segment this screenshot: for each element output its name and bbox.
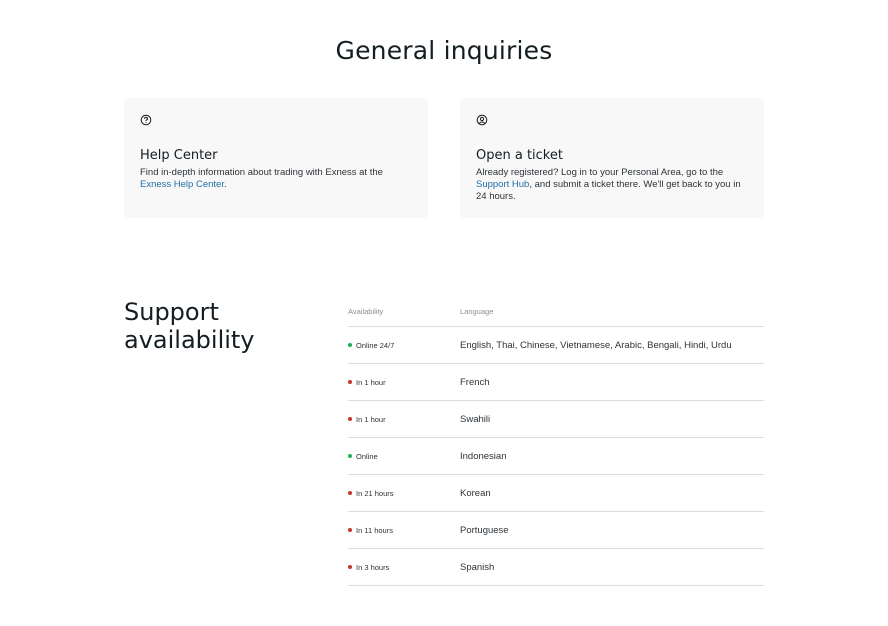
status-text: Online <box>356 451 378 461</box>
language-cell: Indonesian <box>460 450 507 462</box>
table-row: Online Indonesian <box>348 438 764 475</box>
header-language: Language <box>460 306 494 316</box>
table-header: Availability Language <box>348 296 764 327</box>
language-cell: English, Thai, Chinese, Vietnamese, Arab… <box>460 339 732 351</box>
status-dot-icon <box>348 343 352 347</box>
language-cell: Portuguese <box>460 524 509 536</box>
status-dot-icon <box>348 528 352 532</box>
status-dot-icon <box>348 565 352 569</box>
status-text: In 3 hours <box>356 562 390 572</box>
language-cell: Swahili <box>460 413 491 425</box>
table-row: In 1 hour Swahili <box>348 401 764 438</box>
help-center-card: Help Center Find in-depth information ab… <box>124 98 428 218</box>
table-row: In 11 hours Portuguese <box>348 512 764 549</box>
status-text: In 21 hours <box>356 488 394 498</box>
status-dot-icon <box>348 454 352 458</box>
table-row: In 1 hour French <box>348 364 764 401</box>
availability-cell: In 1 hour <box>348 378 460 387</box>
user-circle-icon <box>476 114 488 126</box>
availability-cell: Online 24/7 <box>348 341 460 350</box>
header-availability: Availability <box>348 306 384 316</box>
table-row: In 3 hours Spanish <box>348 549 764 586</box>
help-center-title: Help Center <box>140 148 218 163</box>
language-cell: Spanish <box>460 561 495 573</box>
help-center-link[interactable]: Exness Help Center <box>140 179 224 190</box>
availability-cell: In 11 hours <box>348 526 460 535</box>
status-text: In 1 hour <box>356 414 386 424</box>
table-row: In 21 hours Korean <box>348 475 764 512</box>
support-hub-link[interactable]: Support Hub <box>476 179 529 190</box>
status-dot-icon <box>348 491 352 495</box>
open-ticket-title: Open a ticket <box>476 148 563 163</box>
status-text: Online 24/7 <box>356 340 395 350</box>
language-cell: Korean <box>460 487 491 499</box>
help-center-text: Find in-depth information about trading … <box>140 167 383 190</box>
support-availability-title: Support availability <box>124 298 255 354</box>
question-circle-icon <box>140 114 152 126</box>
availability-cell: In 1 hour <box>348 415 460 424</box>
availability-cell: In 21 hours <box>348 489 460 498</box>
open-ticket-text: Already registered? Log in to your Perso… <box>476 167 741 202</box>
availability-cell: In 3 hours <box>348 563 460 572</box>
availability-table: Availability Language Online 24/7 English… <box>348 296 764 586</box>
open-ticket-card: Open a ticket Already registered? Log in… <box>460 98 764 218</box>
status-text: In 11 hours <box>356 525 393 535</box>
status-text: In 1 hour <box>356 377 386 387</box>
availability-cell: Online <box>348 452 460 461</box>
general-inquiries-title: General inquiries <box>335 36 553 65</box>
language-cell: French <box>460 376 490 388</box>
status-dot-icon <box>348 417 352 421</box>
table-row: Online 24/7 English, Thai, Chinese, Vietn… <box>348 327 764 364</box>
status-dot-icon <box>348 380 352 384</box>
